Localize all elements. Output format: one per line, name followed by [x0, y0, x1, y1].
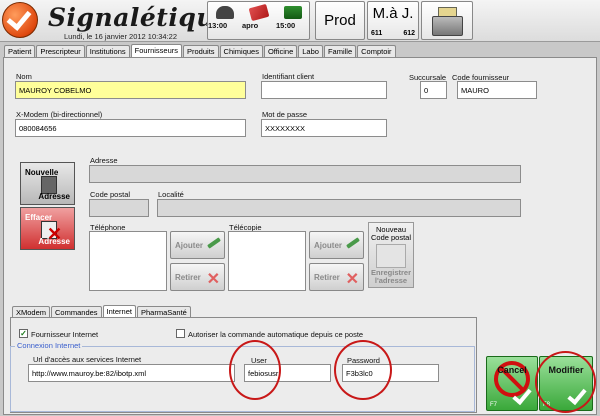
retirer-label: Retirer [314, 273, 340, 282]
ajouter-label: Ajouter [314, 241, 342, 250]
app-logo-icon [2, 2, 38, 38]
nouvelle-adresse-button[interactable]: Nouvelle Adresse [20, 162, 75, 205]
remove-x-icon: ✕ [345, 271, 359, 288]
update-button[interactable]: M.à J. 611 612 [367, 1, 419, 40]
phone-icon [215, 6, 234, 19]
code-postal-input[interactable] [89, 199, 149, 217]
mot-de-passe-label: Mot de passe [262, 110, 308, 119]
update-count-1: 611 [371, 30, 383, 37]
localite-label: Localité [158, 190, 184, 199]
prod-button[interactable]: Prod [315, 1, 365, 40]
schedule-item-pill[interactable]: apro [242, 3, 275, 38]
telecopie-list[interactable] [228, 231, 306, 291]
cash-register-button[interactable] [421, 1, 473, 40]
identifiant-label: Identifiant client [262, 72, 315, 81]
succursale-input[interactable]: 0 [420, 81, 447, 99]
pill-icon [248, 3, 269, 22]
update-label: M.à J. [372, 5, 414, 22]
schedule-label: apro [242, 21, 259, 30]
signature-pad-icon [376, 244, 406, 268]
retirer-label: Retirer [175, 273, 201, 282]
schedule-time: 13:00 [208, 21, 228, 30]
url-input[interactable]: http://www.mauroy.be:82/ibotp.xml [28, 364, 235, 382]
cancel-button[interactable]: Cancel F7 [486, 356, 538, 411]
telephone-retirer-button[interactable]: Retirer ✕ [170, 263, 225, 291]
update-count-2: 612 [403, 30, 415, 37]
current-date: Lundi, le 16 janvier 2012 10:34:22 [64, 32, 178, 41]
connexion-internet-title: Connexion Internet [15, 341, 83, 350]
adresse-label: Adresse [90, 156, 118, 165]
pen-icon [346, 237, 360, 249]
mot-de-passe-input[interactable]: XXXXXXXX [261, 119, 387, 137]
nom-input[interactable]: MAUROY COBELMO [15, 81, 246, 99]
xmodem-input[interactable]: 080084656 [15, 119, 246, 137]
adresse-label: Adresse [38, 237, 70, 246]
nouveau-code-postal-label: Nouveau Code postal [370, 225, 412, 242]
telecopie-ajouter-button[interactable]: Ajouter [309, 231, 364, 259]
remove-x-icon: ✕ [206, 271, 220, 288]
nom-label: Nom [16, 72, 32, 81]
ajouter-label: Ajouter [175, 241, 203, 250]
url-label: Url d'accès aux services Internet [33, 355, 142, 364]
auto-commande-label: Autoriser la commande automatique depuis… [188, 330, 364, 339]
adresse-input[interactable] [89, 165, 521, 183]
cancel-shortcut: F7 [490, 402, 498, 408]
truck-icon [283, 6, 302, 19]
fournisseur-internet-checkbox[interactable]: ✓ [19, 329, 28, 338]
nouveau-code-postal-button[interactable]: Nouveau Code postal Enregistrer l'adress… [368, 222, 414, 288]
annotation-circle-modifier [535, 351, 596, 413]
schedule-item-phone[interactable]: 13:00 [208, 4, 241, 38]
main-tab-bar: Patient Prescripteur Institutions Fourni… [4, 44, 397, 58]
schedule-item-truck[interactable]: 15:00 [276, 4, 309, 38]
schedule-time: 15:00 [276, 21, 296, 30]
localite-input[interactable] [157, 199, 521, 217]
annotation-circle-user [229, 340, 281, 400]
effacer-adresse-button[interactable]: Effacer ✕ Adresse [20, 207, 75, 250]
code-postal-label: Code postal [90, 190, 131, 199]
telephone-ajouter-button[interactable]: Ajouter [170, 231, 225, 259]
telephone-list[interactable] [89, 231, 167, 291]
xmodem-label: X-Modem (bi-directionnel) [16, 110, 103, 119]
fournisseur-internet-label: Fournisseur Internet [31, 330, 99, 339]
code-fournisseur-input[interactable]: MAURO [457, 81, 537, 99]
auto-commande-checkbox[interactable] [176, 329, 185, 338]
cash-register-body [432, 16, 463, 36]
cancel-label: Cancel [497, 365, 527, 375]
identifiant-input[interactable] [261, 81, 387, 99]
telecopie-retirer-button[interactable]: Retirer ✕ [309, 263, 364, 291]
tab-fournisseurs[interactable]: Fournisseurs [130, 44, 183, 58]
adresse-label: Adresse [38, 192, 70, 201]
schedule-panel: 13:00 apro 15:00 [207, 1, 310, 40]
pen-icon [207, 237, 221, 249]
enregistrer-adresse-label: Enregistrer l'adresse [370, 268, 412, 285]
annotation-circle-password [334, 340, 392, 400]
